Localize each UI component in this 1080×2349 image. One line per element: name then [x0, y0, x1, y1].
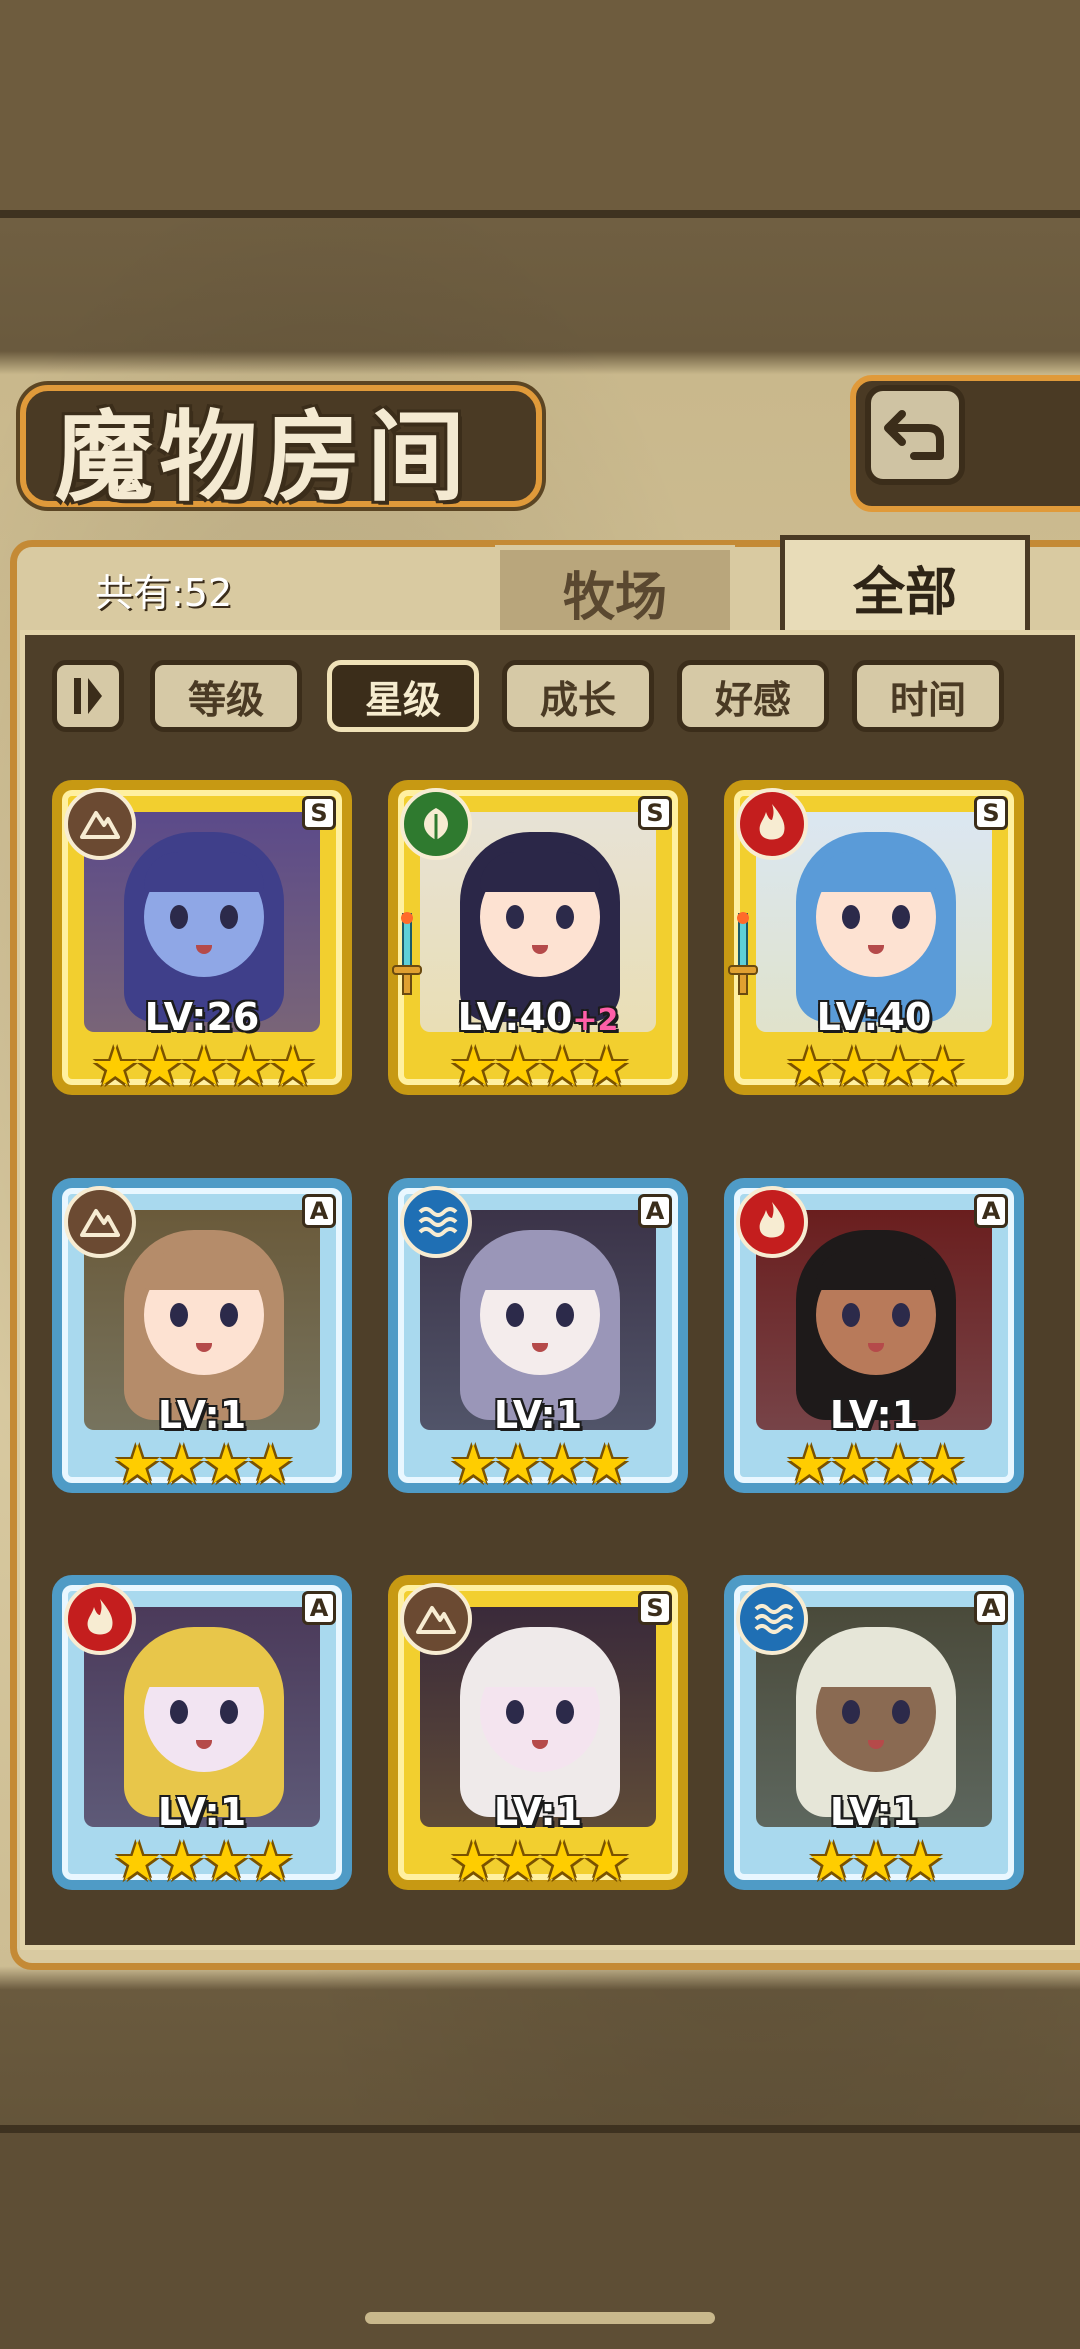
monster-card[interactable]: A LV:1 ★★★★ — [724, 1178, 1024, 1496]
monster-card[interactable]: A LV:1 ★★★★ — [52, 1575, 352, 1893]
sort-order-icon — [74, 678, 102, 714]
sort-order-button[interactable] — [52, 660, 124, 732]
monster-card[interactable]: A LV:1 ★★★ — [724, 1575, 1024, 1893]
level-label: LV:1 — [398, 1790, 678, 1834]
level-bonus: +2 — [572, 1003, 619, 1038]
star-rating: ★★★★ — [449, 1035, 631, 1098]
rank-badge: A — [974, 1591, 1008, 1625]
weapon-icon — [726, 910, 760, 1000]
monster-card[interactable]: S LV:40 ★★★★ — [724, 780, 1024, 1098]
sort-by-time-button[interactable]: 时间 — [852, 660, 1004, 732]
level-label: LV:1 — [62, 1393, 342, 1437]
rank-badge: S — [974, 796, 1008, 830]
rank-badge: A — [302, 1591, 336, 1625]
leaf-icon — [400, 788, 472, 860]
sort-by-affection-button[interactable]: 好感 — [677, 660, 829, 732]
fire-icon — [64, 1583, 136, 1655]
sort-by-stars-button[interactable]: 星级 — [327, 660, 479, 732]
level-value: LV:1 — [157, 1393, 247, 1437]
level-label: LV:1 — [62, 1790, 342, 1834]
monster-card[interactable]: S LV:40+2 ★★★★ — [388, 780, 688, 1098]
fire-icon — [736, 1186, 808, 1258]
home-indicator[interactable] — [365, 2312, 715, 2324]
sort-by-level-button[interactable]: 等级 — [150, 660, 302, 732]
rank-badge: S — [302, 796, 336, 830]
level-label: LV:26 — [62, 995, 342, 1039]
level-value: LV:26 — [144, 995, 260, 1039]
sort-by-growth-button[interactable]: 成长 — [502, 660, 654, 732]
water-icon — [400, 1186, 472, 1258]
level-value: LV:40 — [816, 995, 932, 1039]
water-icon — [736, 1583, 808, 1655]
star-rating: ★★★★★ — [90, 1035, 317, 1098]
star-rating: ★★★ — [807, 1830, 944, 1893]
rank-badge: A — [638, 1194, 672, 1228]
star-rating: ★★★★ — [113, 1433, 295, 1496]
rank-badge: A — [302, 1194, 336, 1228]
level-value: LV:1 — [493, 1790, 583, 1834]
tab-ranch[interactable]: 牧场 — [495, 545, 735, 640]
tab-all[interactable]: 全部 — [780, 535, 1030, 640]
monster-card[interactable]: A LV:1 ★★★★ — [52, 1178, 352, 1496]
rank-badge: A — [974, 1194, 1008, 1228]
monster-card[interactable]: A LV:1 ★★★★ — [388, 1178, 688, 1496]
rank-badge: S — [638, 1591, 672, 1625]
level-label: LV:1 — [734, 1393, 1014, 1437]
back-button[interactable] — [865, 385, 965, 485]
level-value: LV:1 — [157, 1790, 247, 1834]
star-rating: ★★★★ — [449, 1830, 631, 1893]
weapon-icon — [390, 910, 424, 1000]
star-rating: ★★★★ — [785, 1433, 967, 1496]
monster-card[interactable]: S LV:26 ★★★★★ — [52, 780, 352, 1098]
monster-count: 共有:52 — [95, 571, 233, 615]
level-label: LV:1 — [398, 1393, 678, 1437]
level-value: LV:1 — [493, 1393, 583, 1437]
level-label: LV:40+2 — [398, 995, 678, 1039]
monster-card[interactable]: S LV:1 ★★★★ — [388, 1575, 688, 1893]
level-value: LV:1 — [829, 1393, 919, 1437]
level-label: LV:1 — [734, 1790, 1014, 1834]
page-title: 魔物房间 — [55, 400, 472, 515]
star-rating: ★★★★ — [785, 1035, 967, 1098]
star-rating: ★★★★ — [113, 1830, 295, 1893]
earth-icon — [64, 1186, 136, 1258]
rank-badge: S — [638, 796, 672, 830]
fire-icon — [736, 788, 808, 860]
top-map-band — [0, 0, 1080, 218]
star-rating: ★★★★ — [449, 1433, 631, 1496]
level-value: LV:40 — [457, 995, 573, 1039]
level-label: LV:40 — [734, 995, 1014, 1039]
tab-all-label: 全部 — [852, 563, 957, 623]
tab-ranch-label: 牧场 — [562, 568, 667, 628]
earth-icon — [400, 1583, 472, 1655]
back-arrow-icon — [884, 410, 944, 460]
level-value: LV:1 — [829, 1790, 919, 1834]
earth-icon — [64, 788, 136, 860]
